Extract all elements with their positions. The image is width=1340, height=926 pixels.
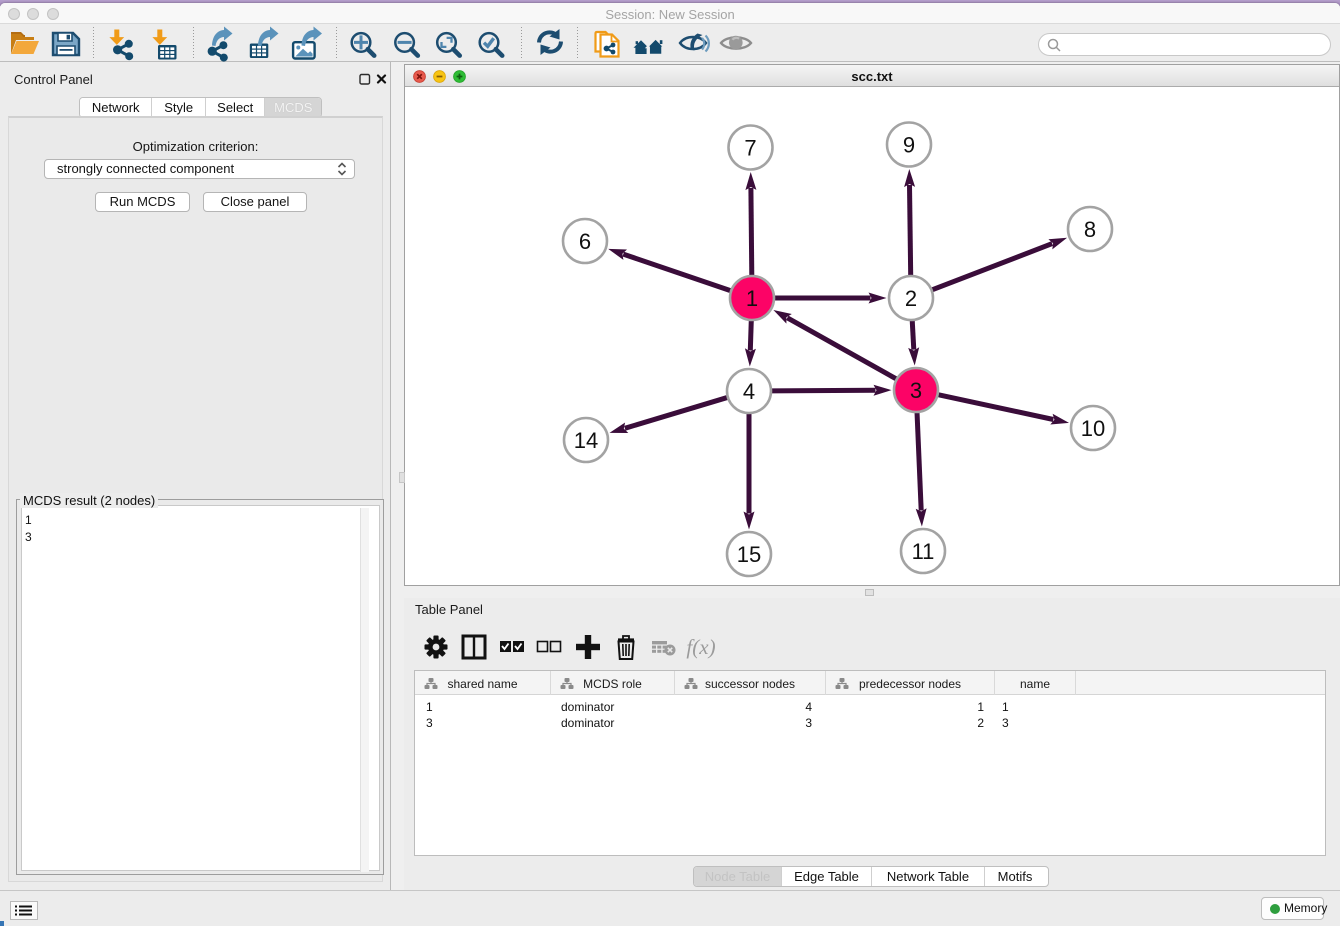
svg-text:1: 1 <box>746 286 758 311</box>
svg-text:2: 2 <box>905 286 917 311</box>
svg-text:f(x): f(x) <box>686 635 715 659</box>
svg-text:10: 10 <box>1081 416 1105 441</box>
svg-text:15: 15 <box>737 542 761 567</box>
svg-text:11: 11 <box>912 539 935 564</box>
svg-text:6: 6 <box>579 229 591 254</box>
svg-text:3: 3 <box>910 378 922 403</box>
svg-text:14: 14 <box>574 428 598 453</box>
svg-text:4: 4 <box>743 379 755 404</box>
svg-text:8: 8 <box>1084 217 1096 242</box>
svg-text:7: 7 <box>744 136 756 161</box>
svg-text:9: 9 <box>903 133 915 158</box>
